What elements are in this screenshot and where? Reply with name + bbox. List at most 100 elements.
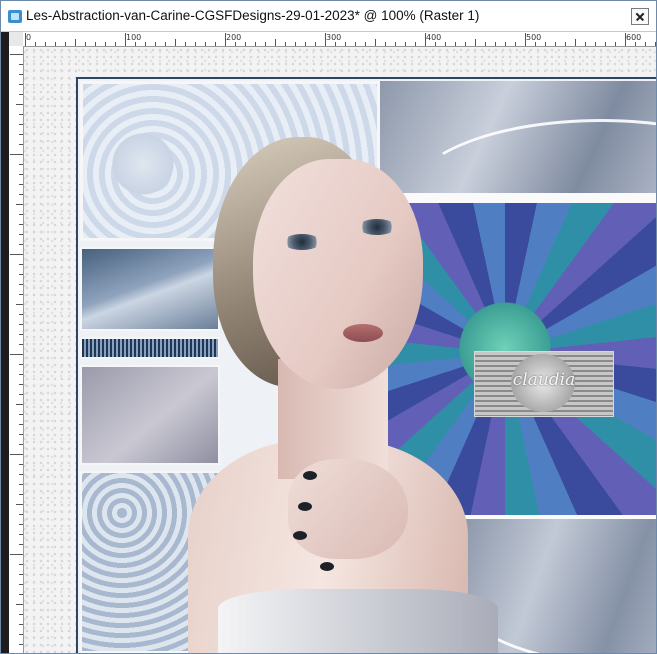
ruler-tick <box>19 234 23 235</box>
ruler-tick <box>155 42 156 46</box>
ruler-tick <box>19 384 23 385</box>
ruler-tick <box>285 42 286 46</box>
ruler-tick <box>295 42 296 46</box>
ruler-tick <box>95 42 96 46</box>
ruler-tick <box>19 574 23 575</box>
document-window: Les-Abstraction-van-Carine-CGSFDesigns-2… <box>0 0 657 654</box>
ruler-tick <box>19 64 23 65</box>
ruler-tick <box>16 504 23 505</box>
ruler-tick <box>19 334 23 335</box>
ruler-tick <box>365 42 366 46</box>
ruler-tick <box>16 604 23 605</box>
ruler-tick <box>85 42 86 46</box>
ruler-tick <box>65 42 66 46</box>
title-bar[interactable]: Les-Abstraction-van-Carine-CGSFDesigns-2… <box>1 1 656 32</box>
ruler-tick <box>19 424 23 425</box>
ruler-tick <box>19 374 23 375</box>
ruler-tick <box>345 42 346 46</box>
ruler-tick <box>275 39 276 46</box>
ruler-tick <box>19 474 23 475</box>
ruler-tick <box>19 174 23 175</box>
lips <box>343 324 383 342</box>
ruler-tick <box>465 42 466 46</box>
ruler-tick <box>605 42 606 46</box>
ruler-tick <box>305 42 306 46</box>
left-eye <box>283 234 321 250</box>
vertical-ruler[interactable] <box>9 46 24 653</box>
ruler-tick <box>19 194 23 195</box>
ruler-tick <box>425 33 426 46</box>
ruler-tick <box>19 144 23 145</box>
ruler-tick <box>235 42 236 46</box>
ruler-tick <box>535 42 536 46</box>
ruler-label-600: 600 <box>626 33 642 42</box>
ruler-tick <box>19 284 23 285</box>
ruler-tick <box>19 644 23 645</box>
ruler-tick <box>16 104 23 105</box>
ruler-tick <box>375 39 376 46</box>
ruler-tick <box>19 114 23 115</box>
ruler-tick <box>245 42 246 46</box>
ruler-tick <box>19 494 23 495</box>
image-canvas[interactable]: claudia <box>24 47 656 653</box>
ruler-tick <box>19 464 23 465</box>
ruler-tick <box>19 134 23 135</box>
ruler-tick <box>19 214 23 215</box>
ruler-tick <box>19 414 23 415</box>
ruler-tick <box>645 42 646 46</box>
ruler-tick <box>475 39 476 46</box>
left-panel-strip <box>1 32 9 653</box>
ruler-tick <box>165 42 166 46</box>
ruler-tick <box>195 42 196 46</box>
ruler-tick <box>19 314 23 315</box>
ruler-tick <box>19 294 23 295</box>
ruler-tick <box>315 42 316 46</box>
fingernail <box>293 531 307 540</box>
ruler-tick <box>10 354 23 355</box>
ruler-tick <box>19 524 23 525</box>
woman-portrait-image <box>158 119 498 653</box>
ruler-label-100: 100 <box>126 33 142 42</box>
ruler-tick <box>19 94 23 95</box>
ruler-tick <box>565 42 566 46</box>
ruler-tick <box>145 42 146 46</box>
ruler-tick <box>19 624 23 625</box>
ruler-label-200: 200 <box>226 33 242 42</box>
ruler-tick <box>185 42 186 46</box>
ruler-tick <box>19 634 23 635</box>
ruler-tick <box>19 514 23 515</box>
ruler-tick <box>325 33 326 46</box>
ruler-tick <box>455 42 456 46</box>
right-eye <box>358 219 396 235</box>
face <box>253 159 423 389</box>
ruler-label-300: 300 <box>326 33 342 42</box>
ruler-tick <box>19 584 23 585</box>
ruler-tick <box>505 42 506 46</box>
ruler-tick <box>445 42 446 46</box>
ruler-label-400: 400 <box>426 33 442 42</box>
ruler-tick <box>525 33 526 46</box>
ruler-corner[interactable] <box>9 32 24 47</box>
ruler-tick <box>19 394 23 395</box>
close-button[interactable] <box>631 8 649 25</box>
ruler-tick <box>635 42 636 46</box>
horizontal-ruler[interactable]: 0 100 200 300 400 500 600 <box>23 32 656 47</box>
ruler-tick <box>10 154 23 155</box>
ruler-tick <box>25 33 26 46</box>
dress <box>218 589 498 653</box>
ruler-tick <box>615 42 616 46</box>
ruler-tick <box>16 204 23 205</box>
ruler-tick <box>19 534 23 535</box>
ruler-tick <box>545 42 546 46</box>
ruler-tick <box>19 594 23 595</box>
ruler-tick <box>19 434 23 435</box>
ruler-tick <box>16 404 23 405</box>
ruler-label-500: 500 <box>526 33 542 42</box>
ruler-tick <box>19 274 23 275</box>
ruler-tick <box>205 42 206 46</box>
ruler-tick <box>16 304 23 305</box>
ruler-tick <box>215 42 216 46</box>
artwork-frame: claudia <box>76 77 656 653</box>
ruler-tick <box>175 39 176 46</box>
ruler-tick <box>355 42 356 46</box>
